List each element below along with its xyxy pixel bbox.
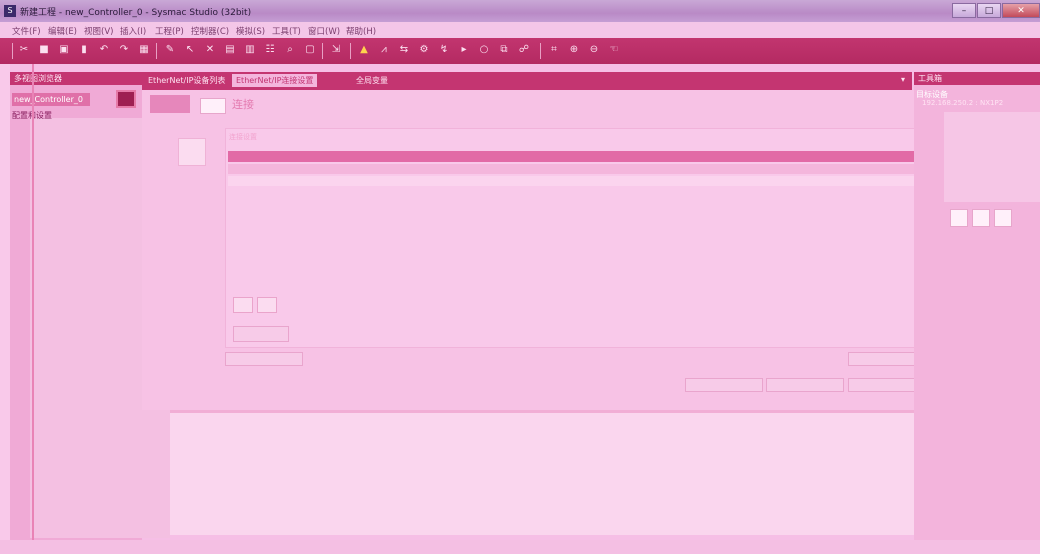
cut-icon[interactable]: ✂ bbox=[18, 44, 30, 56]
controller-config-button[interactable] bbox=[116, 90, 136, 108]
device-list bbox=[944, 112, 1040, 202]
toolbox-button-3[interactable] bbox=[994, 209, 1012, 227]
arrow-icon[interactable]: ↖ bbox=[184, 44, 196, 56]
remove-row-button[interactable] bbox=[257, 297, 277, 313]
tab-dropdown-icon[interactable]: ▾ bbox=[901, 75, 905, 84]
paste-icon[interactable]: ▣ bbox=[58, 44, 70, 56]
minimize-button[interactable]: – bbox=[952, 3, 976, 18]
grid-icon[interactable]: ▤ bbox=[224, 44, 236, 56]
zoom-fit-icon[interactable]: ⌗ bbox=[548, 44, 560, 56]
chart-icon[interactable]: ⩘ bbox=[378, 44, 390, 56]
zoom-in-icon[interactable]: ⊕ bbox=[568, 44, 580, 56]
toolbar-separator bbox=[350, 43, 351, 59]
find-icon[interactable]: ⌕ bbox=[284, 44, 296, 56]
compare-icon[interactable]: ⇆ bbox=[398, 44, 410, 56]
undo-icon[interactable]: ↶ bbox=[98, 44, 110, 56]
pointer-icon[interactable]: ☍ bbox=[518, 44, 530, 56]
toolbar-separator bbox=[540, 43, 541, 59]
people-icon[interactable]: ☷ bbox=[264, 44, 276, 56]
menu-window[interactable]: 窗口(W) bbox=[308, 25, 340, 37]
table-row[interactable] bbox=[228, 176, 936, 186]
menu-edit[interactable]: 编辑(E) bbox=[48, 25, 77, 37]
multiview-explorer-header: 多视图浏览器 bbox=[10, 72, 142, 85]
editor-toggle-button[interactable] bbox=[200, 98, 226, 114]
menu-simulation[interactable]: 模拟(S) bbox=[236, 25, 265, 37]
cross-icon[interactable]: ✕ bbox=[204, 44, 216, 56]
menu-file[interactable]: 文件(F) bbox=[12, 25, 41, 37]
redo-icon[interactable]: ↷ bbox=[118, 44, 130, 56]
editor-toolbar[interactable] bbox=[150, 95, 190, 113]
print-icon[interactable]: ▥ bbox=[244, 44, 256, 56]
window-title: 新建工程 - new_Controller_0 - Sysmac Studio … bbox=[20, 8, 252, 18]
menu-project[interactable]: 工程(P) bbox=[155, 25, 184, 37]
apply-button[interactable] bbox=[685, 378, 763, 392]
menu-insert[interactable]: 插入(I) bbox=[120, 25, 146, 37]
settings-button[interactable] bbox=[225, 352, 303, 366]
hand-icon[interactable]: ☜ bbox=[608, 44, 620, 56]
pane-divider[interactable] bbox=[32, 64, 34, 554]
menu-view[interactable]: 视图(V) bbox=[84, 25, 113, 37]
device-icon bbox=[178, 138, 206, 166]
play-icon[interactable]: ▸ bbox=[458, 44, 470, 56]
tab-ethernet-device-list[interactable]: EtherNet/IP设备列表 bbox=[144, 74, 229, 87]
connection-grid-header bbox=[228, 151, 936, 162]
left-rail bbox=[0, 64, 10, 554]
target-device-item[interactable]: 192.168.250.2 : NX1P2 bbox=[922, 99, 1003, 107]
controller-select[interactable]: new_Controller_0 bbox=[12, 93, 90, 106]
tab-global-variables[interactable]: 全局变量 bbox=[352, 74, 392, 87]
toolbar: ✂ ■ ▣ ▮ ↶ ↷ ▦ ✎ ↖ ✕ ▤ ▥ ☷ ⌕ ▢ ⇲ ▲ ⩘ ⇆ ⚙ … bbox=[0, 38, 1040, 64]
menu-bar: 文件(F) 编辑(E) 视图(V) 插入(I) 工程(P) 控制器(C) 模拟(… bbox=[0, 22, 1040, 38]
warning-icon[interactable]: ▲ bbox=[358, 44, 370, 56]
settings-icon[interactable]: ⚙ bbox=[418, 44, 430, 56]
table-row[interactable] bbox=[228, 164, 936, 174]
zoom-out-icon[interactable]: ⊖ bbox=[588, 44, 600, 56]
title-bar: S 新建工程 - new_Controller_0 - Sysmac Studi… bbox=[0, 0, 1040, 22]
maximize-button[interactable]: □ bbox=[977, 3, 1001, 18]
copy-icon[interactable]: ■ bbox=[38, 44, 50, 56]
tab-ethernet-connection[interactable]: EtherNet/IP连接设置 bbox=[232, 74, 318, 87]
output-pane bbox=[170, 410, 942, 535]
status-bar bbox=[0, 540, 1040, 554]
stop-icon[interactable]: ○ bbox=[478, 44, 490, 56]
jump-icon[interactable]: ⇲ bbox=[330, 44, 342, 56]
close-button[interactable]: ✕ bbox=[1002, 3, 1040, 18]
option-button[interactable] bbox=[233, 326, 289, 342]
toolbar-separator bbox=[322, 43, 323, 59]
add-row-button[interactable] bbox=[233, 297, 253, 313]
toolbar-separator bbox=[12, 43, 13, 59]
menu-help[interactable]: 帮助(H) bbox=[346, 25, 376, 37]
toolbar-separator bbox=[156, 43, 157, 59]
menu-controller[interactable]: 控制器(C) bbox=[191, 25, 229, 37]
step-icon[interactable]: ↯ bbox=[438, 44, 450, 56]
build-icon[interactable]: ▦ bbox=[138, 44, 150, 56]
toolbox-button-1[interactable] bbox=[950, 209, 968, 227]
delete-icon[interactable]: ▮ bbox=[78, 44, 90, 56]
cancel-button[interactable] bbox=[766, 378, 844, 392]
window-icon[interactable]: ▢ bbox=[304, 44, 316, 56]
menu-tools[interactable]: 工具(T) bbox=[272, 25, 301, 37]
edit-icon[interactable]: ✎ bbox=[164, 44, 176, 56]
section-title: 连接设置 bbox=[229, 133, 257, 141]
app-icon: S bbox=[4, 5, 16, 17]
copy2-icon[interactable]: ⧉ bbox=[498, 44, 510, 56]
toolbox-header: 工具箱 bbox=[914, 72, 1040, 85]
editor-title: 连接 bbox=[232, 98, 254, 111]
toolbox-button-2[interactable] bbox=[972, 209, 990, 227]
